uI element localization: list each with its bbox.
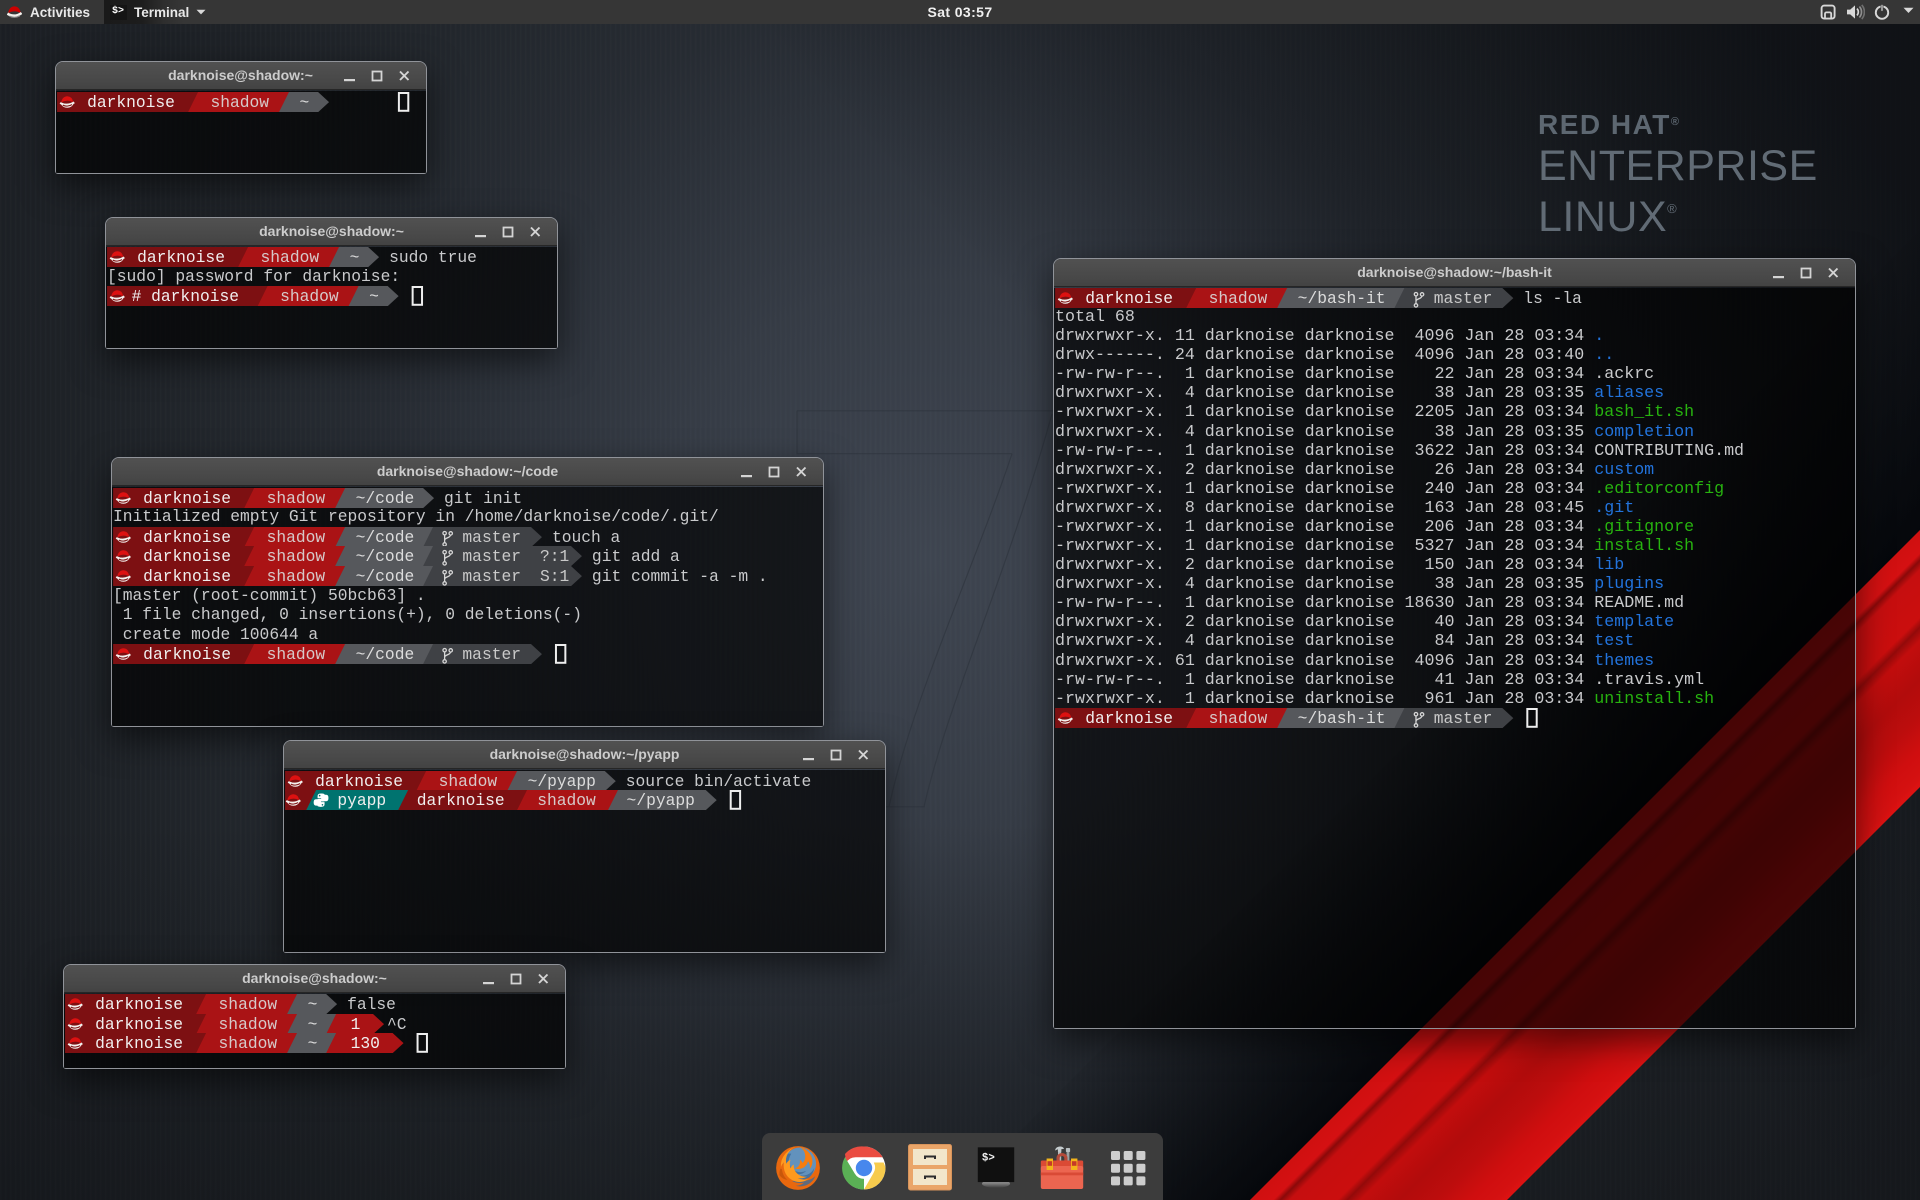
svg-text:git add a: git add a bbox=[592, 547, 680, 566]
svg-text:darknoise: darknoise bbox=[95, 1015, 183, 1034]
svg-text:shadow: shadow bbox=[439, 771, 498, 790]
svg-text:~: ~ bbox=[307, 1034, 317, 1053]
svg-text:shadow: shadow bbox=[218, 1034, 277, 1053]
svg-text:shadow: shadow bbox=[1209, 709, 1268, 728]
svg-text:shadow: shadow bbox=[267, 567, 326, 586]
svg-text:darknoise: darknoise bbox=[417, 791, 505, 810]
svg-text:1: 1 bbox=[350, 1015, 360, 1034]
svg-text:shadow: shadow bbox=[218, 1015, 277, 1034]
svg-text:shadow: shadow bbox=[267, 488, 326, 507]
svg-text:pyapp: pyapp bbox=[337, 791, 386, 810]
svg-text:shadow: shadow bbox=[210, 92, 269, 111]
svg-text:~/code: ~/code bbox=[356, 528, 415, 547]
svg-text:darknoise: darknoise bbox=[315, 771, 403, 790]
svg-text:$>: $> bbox=[981, 1152, 994, 1164]
svg-text:touch a: touch a bbox=[552, 528, 621, 547]
svg-text:darknoise: darknoise bbox=[95, 1034, 183, 1053]
svg-text:?:1: ?:1 bbox=[540, 547, 569, 566]
svg-text:# darknoise: # darknoise bbox=[132, 287, 239, 306]
svg-text:master: master bbox=[1434, 709, 1493, 728]
svg-text:~/bash-it: ~/bash-it bbox=[1298, 289, 1386, 308]
svg-text:shadow: shadow bbox=[280, 287, 339, 306]
svg-text:~/code: ~/code bbox=[356, 645, 415, 664]
svg-text:~: ~ bbox=[299, 92, 309, 111]
svg-text:ls -la: ls -la bbox=[1523, 289, 1582, 308]
svg-text:shadow: shadow bbox=[218, 995, 277, 1014]
svg-text:git init: git init bbox=[444, 488, 522, 507]
svg-text:^C: ^C bbox=[387, 1015, 407, 1034]
svg-text:master: master bbox=[1434, 289, 1493, 308]
svg-text:master: master bbox=[462, 645, 521, 664]
svg-text:master: master bbox=[462, 528, 521, 547]
svg-text:130: 130 bbox=[350, 1034, 379, 1053]
svg-text:darknoise: darknoise bbox=[143, 547, 231, 566]
svg-text:~: ~ bbox=[307, 995, 317, 1014]
svg-text:darknoise: darknoise bbox=[143, 645, 231, 664]
svg-text:darknoise: darknoise bbox=[1085, 289, 1173, 308]
svg-text:darknoise: darknoise bbox=[95, 995, 183, 1014]
svg-text:darknoise: darknoise bbox=[1085, 709, 1173, 728]
svg-text:S:1: S:1 bbox=[540, 567, 569, 586]
svg-text:shadow: shadow bbox=[267, 645, 326, 664]
svg-text:shadow: shadow bbox=[267, 547, 326, 566]
svg-text:source bin/activate: source bin/activate bbox=[626, 771, 811, 790]
svg-text:shadow: shadow bbox=[1209, 289, 1268, 308]
svg-text:~: ~ bbox=[350, 248, 360, 267]
svg-text:sudo true: sudo true bbox=[389, 248, 477, 267]
svg-text:~/pyapp: ~/pyapp bbox=[528, 771, 596, 790]
svg-text:git commit -a -m .: git commit -a -m . bbox=[592, 567, 768, 586]
svg-text:~/bash-it: ~/bash-it bbox=[1298, 709, 1386, 728]
svg-text:~/pyapp: ~/pyapp bbox=[627, 791, 695, 810]
svg-text:~: ~ bbox=[369, 287, 379, 306]
svg-text:shadow: shadow bbox=[537, 791, 596, 810]
svg-text:darknoise: darknoise bbox=[143, 488, 231, 507]
svg-text:darknoise: darknoise bbox=[143, 528, 231, 547]
svg-text:shadow: shadow bbox=[261, 248, 320, 267]
svg-text:~/code: ~/code bbox=[356, 567, 415, 586]
svg-text:~/code: ~/code bbox=[356, 547, 415, 566]
svg-text:darknoise: darknoise bbox=[87, 92, 175, 111]
svg-text:~: ~ bbox=[307, 1015, 317, 1034]
svg-text:master: master bbox=[462, 547, 521, 566]
svg-text:~/code: ~/code bbox=[356, 488, 415, 507]
svg-text:darknoise: darknoise bbox=[143, 567, 231, 586]
svg-text:master: master bbox=[462, 567, 521, 586]
svg-text:shadow: shadow bbox=[267, 528, 326, 547]
svg-text:false: false bbox=[347, 995, 396, 1014]
svg-text:darknoise: darknoise bbox=[137, 248, 225, 267]
